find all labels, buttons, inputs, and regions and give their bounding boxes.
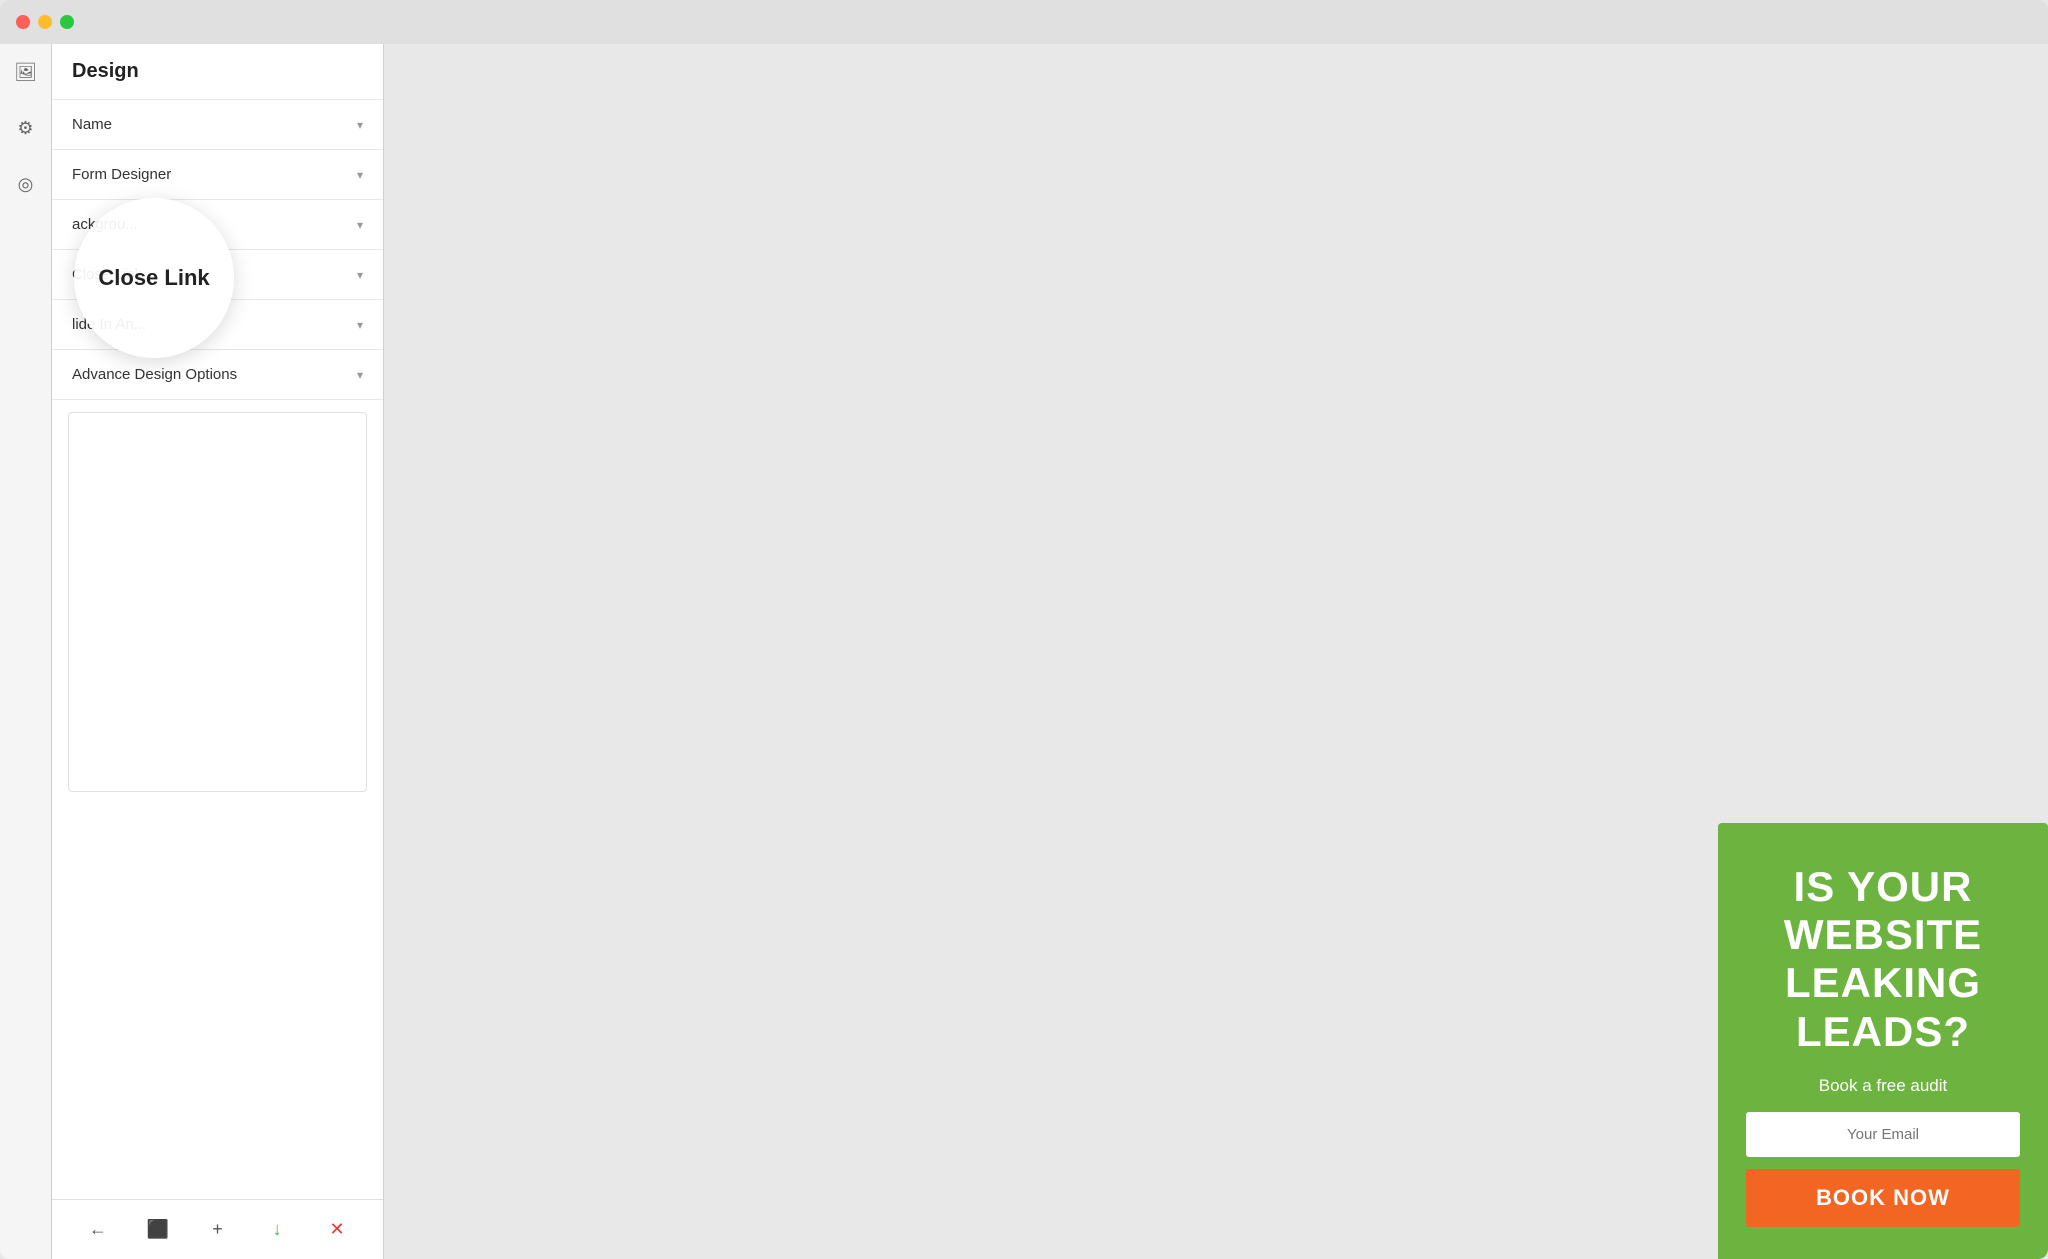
accordion-form-designer: Form Designer ▾ [52,150,383,200]
accordion-name: Name ▾ [52,100,383,150]
popup-email-input[interactable] [1746,1112,2020,1157]
maximize-button[interactable] [60,15,74,29]
icon-sidebar: 🖼 ⚙ ◎ [0,44,52,1259]
image-icon-btn[interactable]: 🖼 [10,56,42,88]
accordion-advance-design-label: Advance Design Options [72,366,237,383]
target-icon: ◎ [18,174,34,195]
panel-title: Design [52,44,383,100]
save-button[interactable]: ↓ [261,1214,293,1246]
accordion-close-link-label: Close Link [72,266,142,283]
app-body: 🖼 ⚙ ◎ Design Name ▾ [0,44,2048,1259]
accordion-close-link-header[interactable]: Close Link ▾ [52,250,383,299]
popup-subtext: Book a free audit [1819,1076,1948,1096]
accordion-background: ackgrou... ▾ [52,200,383,250]
accordion-slide-in-chevron: ▾ [357,318,363,332]
accordion-slide-in-label: lide In An... [72,316,146,333]
accordion-advance-design: Advance Design Options ▾ [52,350,383,400]
accordion-close-link: Close Link ▾ [52,250,383,300]
accordion-form-designer-label: Form Designer [72,166,171,183]
plus-icon: + [212,1219,223,1240]
add-button[interactable]: + [201,1214,233,1246]
popup-cta-button[interactable]: BOOK NOW [1746,1169,2020,1227]
content-box [68,412,367,792]
preview-icon: ⬛ [146,1219,168,1240]
save-icon: ↓ [273,1219,282,1240]
accordion-background-label: ackgrou... [72,216,138,233]
accordion-background-chevron: ▾ [357,218,363,232]
canvas-area: IS YOUR WEBSITE LEAKING LEADS? Book a fr… [384,44,2048,1259]
image-icon: 🖼 [14,62,37,83]
accordion-form-designer-header[interactable]: Form Designer ▾ [52,150,383,199]
close-panel-button[interactable]: ✕ [321,1214,353,1246]
accordion-form-designer-chevron: ▾ [357,168,363,182]
accordion-slide-in: lide In An... ▾ [52,300,383,350]
preview-button[interactable]: ⬛ [142,1214,174,1246]
app-window: 🖼 ⚙ ◎ Design Name ▾ [0,0,2048,1259]
accordion-name-label: Name [72,116,112,133]
accordion-name-header[interactable]: Name ▾ [52,100,383,149]
accordion-advance-design-chevron: ▾ [357,368,363,382]
accordion-advance-design-header[interactable]: Advance Design Options ▾ [52,350,383,399]
accordion-background-header[interactable]: ackgrou... ▾ [52,200,383,249]
close-icon: ✕ [330,1219,345,1240]
accordion-close-link-chevron: ▾ [357,268,363,282]
bottom-toolbar: ← ⬛ + ↓ ✕ [52,1199,383,1259]
panel-content: Name ▾ Form Designer ▾ ackgrou... ▾ [52,100,383,1199]
popup-headline: IS YOUR WEBSITE LEAKING LEADS? [1746,863,2020,1056]
close-button[interactable] [16,15,30,29]
target-icon-btn[interactable]: ◎ [10,168,42,200]
settings-icon-btn[interactable]: ⚙ [10,112,42,144]
panel-sidebar: Design Name ▾ Form Designer ▾ [52,44,384,1259]
minimize-button[interactable] [38,15,52,29]
accordion-slide-in-header[interactable]: lide In An... ▾ [52,300,383,349]
titlebar [0,0,2048,44]
back-button[interactable]: ← [82,1214,114,1246]
back-icon: ← [89,1219,107,1240]
popup-widget: IS YOUR WEBSITE LEAKING LEADS? Book a fr… [1718,823,2048,1259]
settings-icon: ⚙ [17,118,33,139]
accordion-name-chevron: ▾ [357,118,363,132]
